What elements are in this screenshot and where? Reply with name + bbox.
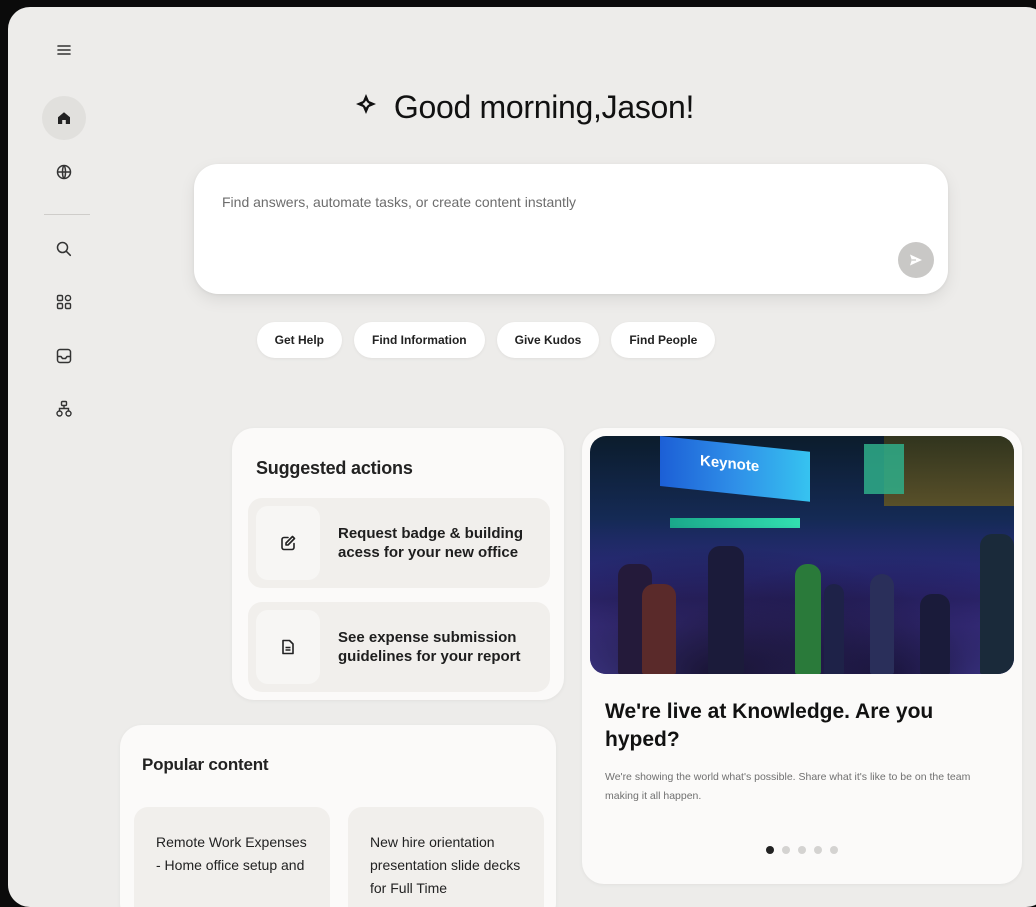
person-silhouette <box>920 594 950 674</box>
suggested-actions-title: Suggested actions <box>256 458 413 478</box>
org-chart-icon[interactable] <box>42 387 86 431</box>
send-icon <box>910 254 922 266</box>
keynote-screen: Keynote <box>660 436 810 502</box>
greeting-text: Good morning,Jason! <box>393 89 695 125</box>
person-silhouette <box>642 584 676 674</box>
suggested-action-item[interactable]: See expense submission guidelines for yo… <box>248 602 550 692</box>
globe-icon[interactable] <box>42 150 86 194</box>
prompt-input[interactable]: Find answers, automate tasks, or create … <box>194 164 948 294</box>
popular-content-item[interactable]: Remote Work Expenses - Home office setup… <box>134 807 330 907</box>
side-screen <box>864 444 904 494</box>
carousel-dot[interactable] <box>766 846 774 854</box>
popular-content-title: Popular content <box>142 755 269 774</box>
sidebar <box>8 7 122 907</box>
edit-icon <box>256 506 320 580</box>
quick-actions: Get Help Find Information Give Kudos Fin… <box>8 322 1036 358</box>
chip-find-information[interactable]: Find Information <box>353 322 485 358</box>
carousel-dot[interactable] <box>798 846 806 854</box>
document-icon <box>256 610 320 684</box>
sidebar-divider <box>44 214 90 215</box>
popular-content-item[interactable]: New hire orientation presentation slide … <box>348 807 544 907</box>
greeting: Good morning,Jason! <box>8 89 1036 126</box>
person-silhouette <box>708 546 744 674</box>
news-subtitle: We're showing the world what's possible.… <box>605 771 971 802</box>
suggested-action-label: Request badge & building acess for your … <box>338 525 524 561</box>
app-window: Good morning,Jason! Find answers, automa… <box>8 7 1036 907</box>
suggested-action-item[interactable]: Request badge & building acess for your … <box>248 498 550 588</box>
carousel-dots <box>582 846 1022 854</box>
carousel-dot[interactable] <box>830 846 838 854</box>
sparkle-icon <box>352 89 380 126</box>
news-title: We're live at Knowledge. Are you hyped? <box>605 700 934 751</box>
suggested-actions-card: Suggested actions Request badge & buildi… <box>232 428 564 700</box>
carousel-dot[interactable] <box>782 846 790 854</box>
menu-icon[interactable] <box>42 28 86 72</box>
chip-get-help[interactable]: Get Help <box>256 322 342 358</box>
keynote-screen-text: Keynote <box>700 452 760 476</box>
popular-content-card: Popular content Remote Work Expenses - H… <box>120 725 556 907</box>
person-silhouette <box>870 574 894 674</box>
person-silhouette <box>824 584 844 674</box>
person-silhouette <box>980 534 1014 674</box>
carousel-dot[interactable] <box>814 846 822 854</box>
send-button[interactable] <box>898 242 934 278</box>
news-card[interactable]: Keynote We're live at Knowledge. Are you… <box>582 428 1022 884</box>
apps-icon[interactable] <box>42 280 86 324</box>
person-silhouette <box>795 564 821 674</box>
chip-give-kudos[interactable]: Give Kudos <box>496 322 600 358</box>
search-icon[interactable] <box>42 227 86 271</box>
suggested-action-label: See expense submission guidelines for yo… <box>338 629 521 665</box>
prompt-placeholder: Find answers, automate tasks, or create … <box>222 194 577 210</box>
news-image: Keynote <box>590 436 1014 674</box>
chip-find-people[interactable]: Find People <box>611 322 716 358</box>
